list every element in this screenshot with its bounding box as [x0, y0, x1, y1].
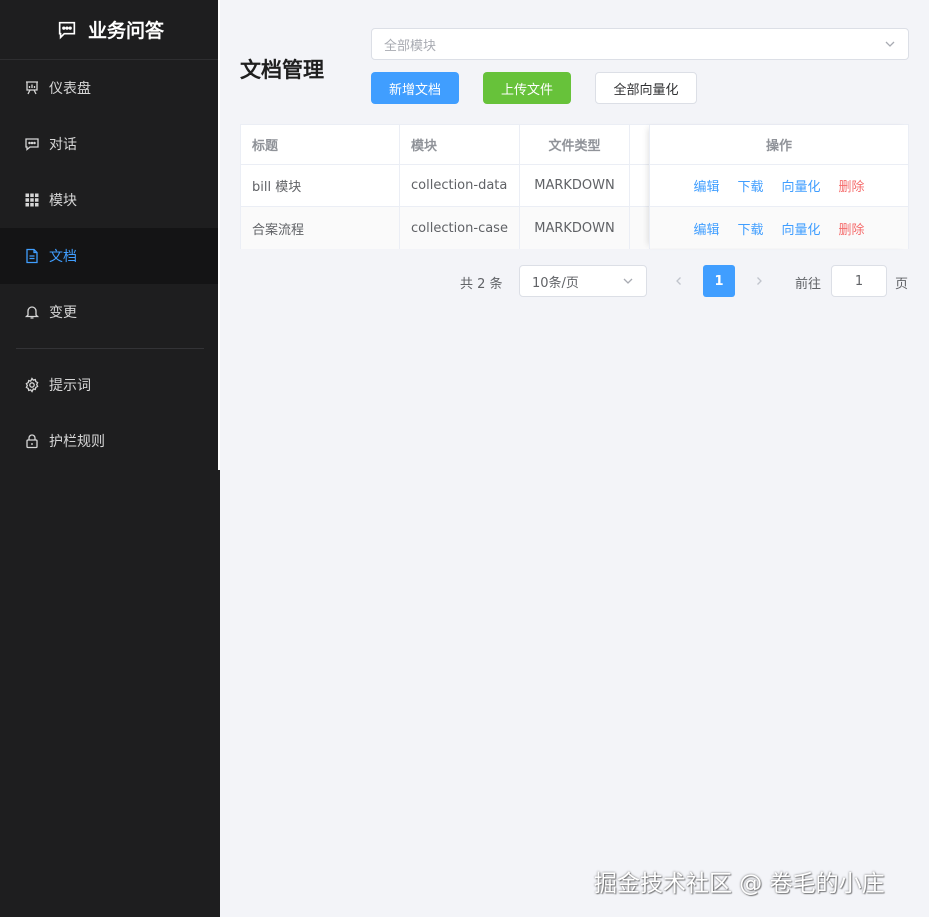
sidebar-item-label: 仪表盘: [49, 81, 91, 97]
edit-link[interactable]: 编辑: [693, 176, 719, 195]
sidebar-item-prompts[interactable]: 提示词: [0, 357, 220, 413]
cell-actions: 编辑 下载 向量化 删除: [650, 165, 908, 206]
add-document-button[interactable]: 新增文档: [371, 72, 459, 104]
column-header-actions: 操作: [765, 139, 792, 154]
prev-page-button[interactable]: [663, 265, 695, 297]
sidebar-item-label: 变更: [49, 305, 77, 321]
cell-module: collection-data: [400, 165, 520, 206]
column-header-title: 标题: [241, 125, 400, 164]
sidebar-item-guardrails[interactable]: 护栏规则: [0, 413, 220, 469]
sidebar-divider: [16, 348, 204, 349]
column-spacer: [630, 165, 650, 206]
column-spacer: [630, 207, 650, 249]
cell-type: MARKDOWN: [520, 207, 630, 249]
cell-title: bill 模块: [241, 165, 400, 206]
module-filter-select[interactable]: 全部模块: [371, 28, 909, 60]
sidebar-item-label: 护栏规则: [49, 434, 105, 450]
table-row: 合案流程 collection-case MARKDOWN 编辑 下载 向量化 …: [241, 207, 908, 249]
chat-icon: [58, 21, 76, 39]
grid-icon: [25, 193, 39, 207]
pagination-total: 共 2 条: [460, 277, 503, 292]
cell-type: MARKDOWN: [520, 165, 630, 206]
sidebar-item-dashboard[interactable]: 仪表盘: [0, 60, 220, 116]
bell-icon: [24, 306, 40, 319]
document-icon: [26, 248, 38, 264]
delete-link[interactable]: 删除: [839, 219, 865, 238]
brand-title: 业务问答: [87, 20, 164, 42]
page-suffix-label: 页: [895, 277, 909, 292]
table-header: 标题 模块 文件类型 操作: [241, 125, 908, 165]
chevron-down-icon: [885, 41, 895, 47]
watermark: 掘金技术社区 @ 卷毛的小庄: [594, 871, 885, 897]
documents-table: 标题 模块 文件类型 操作 bill 模块 collection-data MA…: [240, 124, 909, 249]
download-link[interactable]: 下载: [737, 176, 763, 195]
chevron-right-icon: [757, 277, 762, 285]
sidebar: 业务问答 仪表盘 对话 模块 文档 变更 提示词 护栏规则: [0, 0, 220, 917]
vectorize-link[interactable]: 向量化: [782, 176, 821, 195]
cell-module: collection-case: [400, 207, 520, 249]
delete-link[interactable]: 删除: [839, 176, 865, 195]
sidebar-item-label: 提示词: [49, 378, 91, 394]
column-spacer: [630, 125, 650, 164]
sidebar-item-label: 对话: [49, 137, 77, 153]
page-size-value: 10条/页: [532, 275, 579, 291]
sidebar-item-label: 模块: [49, 193, 77, 209]
page-title: 文档管理: [240, 58, 324, 82]
next-page-button[interactable]: [743, 265, 775, 297]
sidebar-item-documents[interactable]: 文档: [0, 228, 220, 284]
chat-icon: [25, 138, 39, 151]
chevron-down-icon: [623, 278, 633, 284]
module-filter-placeholder: 全部模块: [384, 38, 437, 54]
lock-icon: [26, 434, 38, 449]
sidebar-edge: [218, 0, 220, 470]
page-number-current[interactable]: 1: [703, 265, 735, 297]
chevron-left-icon: [676, 277, 681, 285]
brand: 业务问答: [0, 0, 220, 60]
sidebar-item-changes[interactable]: 变更: [0, 284, 220, 340]
cell-actions: 编辑 下载 向量化 删除: [650, 207, 908, 249]
table-row: bill 模块 collection-data MARKDOWN 编辑 下载 向…: [241, 165, 908, 207]
goto-page-input[interactable]: 1: [831, 265, 887, 297]
sidebar-item-chat[interactable]: 对话: [0, 116, 220, 172]
upload-file-button[interactable]: 上传文件: [483, 72, 571, 104]
dashboard-icon: [26, 81, 38, 95]
page-size-select[interactable]: 10条/页: [519, 265, 647, 297]
cell-title: 合案流程: [241, 207, 400, 249]
vectorize-all-button[interactable]: 全部向量化: [595, 72, 697, 104]
vectorize-link[interactable]: 向量化: [782, 219, 821, 238]
edit-link[interactable]: 编辑: [693, 219, 719, 238]
column-header-type: 文件类型: [520, 125, 630, 164]
column-header-module: 模块: [400, 125, 520, 164]
download-link[interactable]: 下载: [737, 219, 763, 238]
gear-icon: [25, 377, 39, 393]
sidebar-item-modules[interactable]: 模块: [0, 172, 220, 228]
goto-label: 前往: [795, 277, 822, 292]
sidebar-item-label: 文档: [49, 249, 77, 265]
